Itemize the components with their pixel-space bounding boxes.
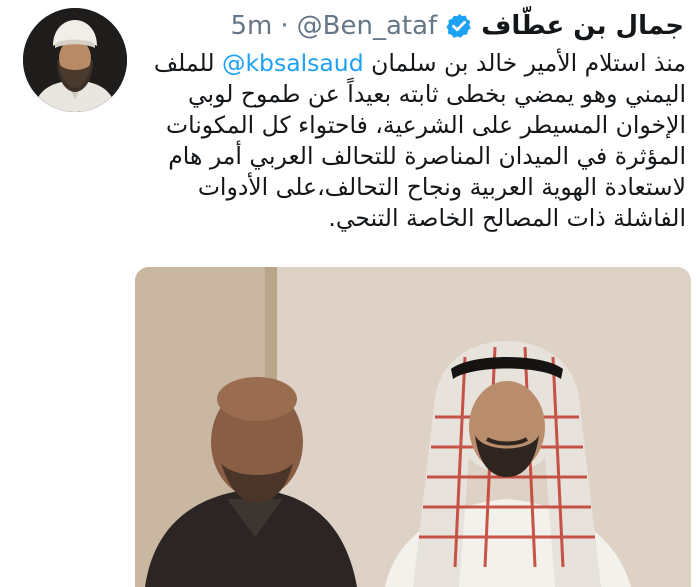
- tweet-card[interactable]: 5m · @Ben_ataf جمال بن عطّاف منذ استلام …: [0, 0, 700, 587]
- tweet-line-5: لاستعادة الهوية العربية ونجاح التحالف،عل…: [197, 173, 686, 201]
- avatar[interactable]: [23, 8, 127, 112]
- tweet-line-3: الإخوان المسيطر على الشرعية، فاحتواء كل …: [165, 111, 686, 139]
- photo-image: [135, 267, 691, 587]
- tweet-text-fragment: منذ استلام الأمير خالد بن سلمان: [363, 49, 686, 77]
- mention-link[interactable]: @kbsalsaud: [222, 49, 364, 77]
- tweet-line-4: المؤثرة في الميدان المناصرة للتحالف العر…: [168, 142, 686, 170]
- tweet-line-1: منذ استلام الأمير خالد بن سلمان @kbsalsa…: [146, 48, 686, 79]
- tweet-header: 5m · @Ben_ataf جمال بن عطّاف: [144, 6, 684, 46]
- tweet-text-fragment: للملف: [153, 49, 222, 77]
- author-display-name[interactable]: جمال بن عطّاف: [481, 11, 684, 41]
- verified-badge-icon: [445, 12, 473, 40]
- tweet-photo[interactable]: [135, 267, 691, 587]
- tweet-line-2: اليمني وهو يمضي بخطى ثابته بعيداً عن طمو…: [187, 80, 686, 108]
- tweet-time[interactable]: 5m: [231, 11, 273, 41]
- tweet-text: منذ استلام الأمير خالد بن سلمان @kbsalsa…: [146, 48, 686, 234]
- author-handle[interactable]: @Ben_ataf: [297, 11, 438, 41]
- separator-dot: ·: [280, 11, 289, 41]
- tweet-line-6: الفاشلة ذات المصالح الخاصة التنحي.: [328, 204, 686, 232]
- avatar-image: [23, 8, 127, 112]
